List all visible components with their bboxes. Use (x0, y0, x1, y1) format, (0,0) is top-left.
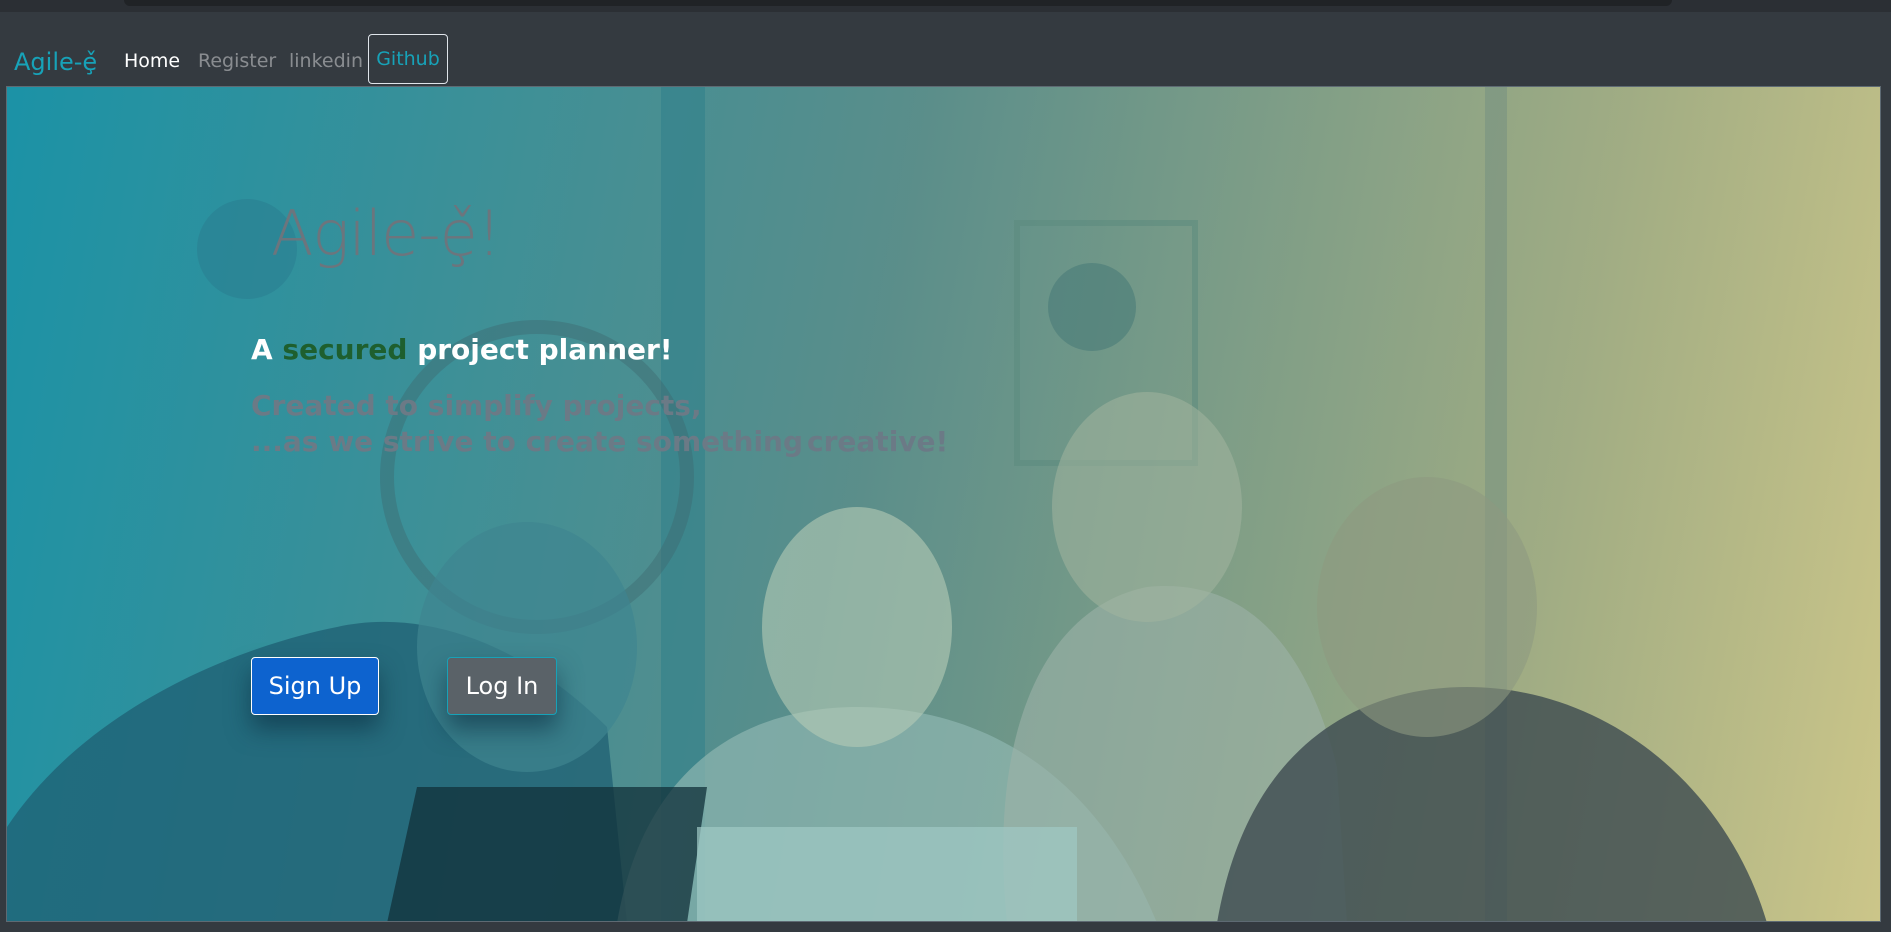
tagline-emphasis: secured (282, 333, 408, 366)
hero-subtext-line-2: ...as we strive to create something creat… (251, 425, 948, 458)
tagline-suffix: project planner! (417, 333, 673, 366)
tagline-prefix: A (251, 333, 273, 366)
nav-register-link[interactable]: Register (198, 50, 276, 72)
nav-home-link[interactable]: Home (124, 50, 180, 72)
subtext-line-2-start: ...as we strive to create something (251, 425, 804, 458)
subtext-line-2-end: creative! (807, 425, 949, 458)
log-in-button[interactable]: Log In (447, 657, 557, 715)
nav-linkedin-link[interactable]: linkedin (289, 50, 363, 72)
navbar: Agile-ȩ̌ Home Register linkedin Github (0, 12, 1891, 85)
address-bar-edge (124, 0, 1672, 6)
hero-jumbotron: Agile-ȩ̌! A secured project planner! Cre… (6, 86, 1881, 922)
hero-title: Agile-ȩ̌! (271, 197, 502, 270)
navbar-brand[interactable]: Agile-ȩ̌ (14, 48, 97, 76)
nav-github-button[interactable]: Github (368, 34, 448, 84)
hero-tagline: A secured project planner! (251, 333, 673, 366)
sign-up-button[interactable]: Sign Up (251, 657, 379, 715)
hero-subtext-line-1: Created to simplify projects, (251, 389, 702, 422)
browser-top-strip (0, 0, 1891, 12)
